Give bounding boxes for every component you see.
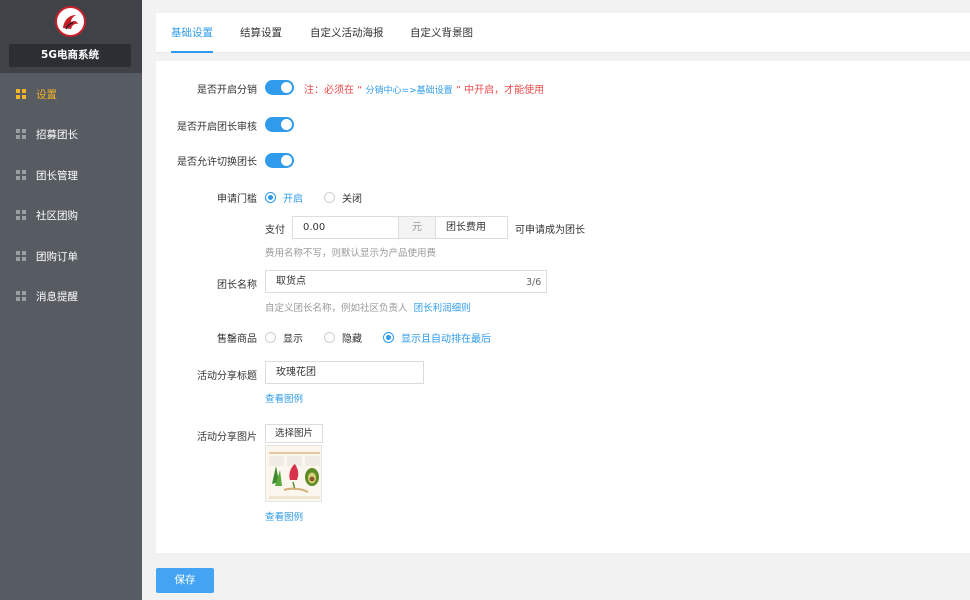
distribution-note: 注：必须在 “ 分销中心=>基础设置 ” 中开启，才能使用 — [304, 81, 544, 96]
share-image-example-link[interactable]: 查看图例 — [265, 509, 303, 523]
leader-review-label: 是否开启团长审核 — [177, 122, 257, 133]
pay-label: 支付 — [265, 225, 285, 236]
radio-label: 显示 — [283, 334, 303, 345]
radio-dot — [265, 192, 276, 203]
grid-icon — [16, 89, 26, 99]
leader-name-hint: 自定义团长名称，例如社区负责人 团长利润细则 — [265, 300, 471, 314]
soldout-label: 售罄商品 — [217, 334, 257, 345]
grid-icon — [16, 170, 26, 180]
save-button[interactable]: 保存 — [156, 568, 214, 593]
leader-review-switch[interactable] — [265, 117, 294, 132]
radio-label: 隐藏 — [342, 334, 362, 345]
soldout-radio-show[interactable]: 显示 — [265, 330, 303, 345]
distribution-label: 是否开启分销 — [197, 85, 257, 96]
tab-basic-settings[interactable]: 基础设置 — [171, 13, 213, 53]
threshold-label: 申请门槛 — [217, 194, 257, 205]
radio-dot — [265, 332, 276, 343]
grid-icon — [16, 129, 26, 139]
grid-icon — [16, 291, 26, 301]
radio-label: 开启 — [283, 194, 303, 205]
tab-custom-background[interactable]: 自定义背景图 — [410, 13, 473, 53]
sidebar-item-notifications[interactable]: 消息提醒 — [0, 276, 142, 316]
sidebar-item-label: 消息提醒 — [36, 291, 78, 303]
leader-name-input[interactable]: 取货点 — [265, 270, 547, 293]
share-title-label: 活动分享标题 — [197, 371, 257, 382]
sidebar-item-label: 团购订单 — [36, 251, 78, 263]
share-image-label: 活动分享图片 — [197, 432, 257, 443]
switch-leader-label: 是否允许切换团长 — [177, 157, 257, 168]
tab-settlement-settings[interactable]: 结算设置 — [240, 13, 282, 53]
currency-unit: 元 — [398, 216, 436, 239]
sidebar-item-label: 设置 — [36, 89, 57, 101]
settings-form: 是否开启分销 注：必须在 “ 分销中心=>基础设置 ” 中开启，才能使用 是否开… — [156, 61, 970, 553]
threshold-radio-off[interactable]: 关闭 — [324, 190, 362, 205]
settings-tabs: 基础设置 结算设置 自定义活动海报 自定义背景图 — [156, 13, 970, 53]
brand: 5G电商系统 — [0, 0, 142, 73]
hint-text: 自定义团长名称，例如社区负责人 — [265, 303, 408, 314]
distribution-switch[interactable] — [265, 80, 294, 95]
radio-label: 关闭 — [342, 194, 362, 205]
note-highlight: 分销中心=>基础设置 — [365, 86, 453, 96]
fee-hint: 费用名称不写，则默认显示为产品使用费 — [265, 248, 437, 259]
radio-label: 显示且自动排在最后 — [401, 334, 491, 345]
leader-name-counter: 3/6 — [526, 277, 542, 288]
sidebar-item-recruit-leader[interactable]: 招募团长 — [0, 114, 142, 154]
switch-leader-switch[interactable] — [265, 153, 294, 168]
fee-name-input[interactable]: 团长费用 — [435, 216, 508, 239]
sidebar: 5G电商系统 设置 招募团长 团长管理 社区团购 团购订单 消息提醒 — [0, 0, 142, 600]
sidebar-item-leader-management[interactable]: 团长管理 — [0, 155, 142, 195]
choose-image-button[interactable]: 选择图片 — [265, 424, 323, 443]
grid-icon — [16, 210, 26, 220]
share-title-example-link[interactable]: 查看图例 — [265, 391, 303, 405]
sidebar-item-label: 社区团购 — [36, 210, 78, 222]
leader-profit-rules-link[interactable]: 团长利润细则 — [414, 303, 471, 314]
radio-dot — [324, 332, 335, 343]
share-title-input[interactable]: 玫瑰花团 — [265, 361, 424, 384]
fee-amount-input[interactable]: 0.00 — [292, 216, 399, 239]
app-logo — [55, 6, 86, 37]
tab-custom-activity-poster[interactable]: 自定义活动海报 — [310, 13, 384, 53]
app-name: 5G电商系统 — [9, 44, 131, 67]
soldout-radio-show-last[interactable]: 显示且自动排在最后 — [383, 330, 491, 345]
radio-dot — [324, 192, 335, 203]
sidebar-item-community-group-buy[interactable]: 社区团购 — [0, 195, 142, 235]
soldout-radio-hide[interactable]: 隐藏 — [324, 330, 362, 345]
threshold-radio-on[interactable]: 开启 — [265, 190, 303, 205]
note-prefix: 注：必须在 “ — [304, 85, 366, 96]
note-suffix: ” 中开启，才能使用 — [452, 85, 545, 96]
sidebar-item-label: 团长管理 — [36, 170, 78, 182]
share-image-thumbnail[interactable] — [265, 445, 322, 502]
radio-dot — [383, 332, 394, 343]
grid-icon — [16, 251, 26, 261]
apply-suffix: 可申请成为团长 — [515, 225, 585, 236]
sidebar-item-label: 招募团长 — [36, 129, 78, 141]
sidebar-item-settings[interactable]: 设置 — [0, 74, 142, 114]
leader-name-label: 团长名称 — [217, 280, 257, 291]
sidebar-item-group-orders[interactable]: 团购订单 — [0, 236, 142, 276]
